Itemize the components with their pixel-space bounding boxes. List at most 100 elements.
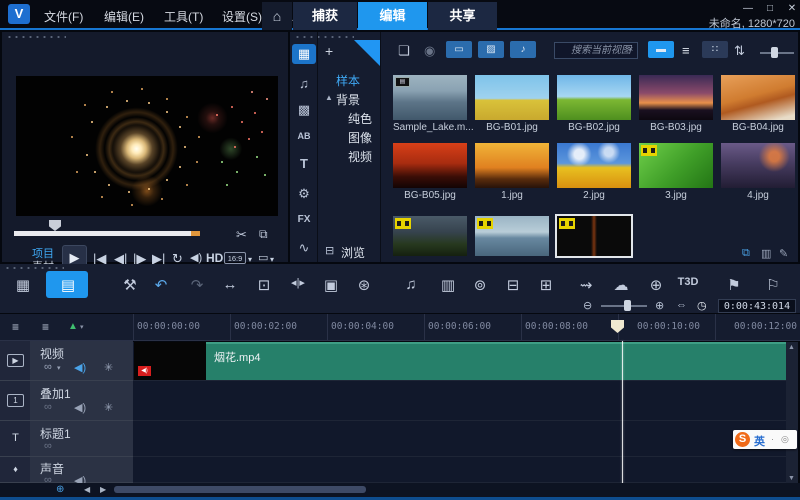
library-item-name[interactable]: Sample_Lake.m... — [393, 122, 467, 133]
volume-icon[interactable]: ◀) — [190, 251, 202, 264]
library-item-thumb[interactable] — [393, 143, 467, 188]
scroll-left-icon[interactable]: ◀ — [84, 485, 90, 494]
minimize-button[interactable]: — — [740, 2, 756, 16]
clear-search-icon[interactable]: × — [628, 44, 633, 54]
home-icon[interactable]: ⌂ — [262, 2, 292, 30]
record-capture-option-button[interactable]: ⊡ — [252, 276, 276, 294]
redo-button[interactable]: ↷ — [185, 276, 209, 294]
library-item-thumb[interactable] — [557, 75, 631, 120]
title-library-icon[interactable]: T — [292, 154, 316, 174]
multicam-editor-button[interactable]: ▥ — [436, 276, 460, 294]
split-clip-icon[interactable]: ✂ — [236, 228, 247, 241]
library-item-thumb[interactable] — [475, 75, 549, 120]
panel-grip[interactable] — [6, 35, 66, 39]
timeline-view-icon[interactable]: ▤ — [56, 276, 80, 294]
trim-window-button[interactable]: ▣ — [319, 276, 343, 294]
timeline-zoom-out-icon[interactable]: ⊖ — [583, 299, 592, 312]
sort-icon[interactable]: ⇅ — [734, 43, 745, 59]
ime-tools-icon[interactable]: ◎ — [781, 434, 789, 445]
library-item-thumb[interactable] — [721, 75, 795, 120]
library-item-name[interactable]: 3.jpg — [639, 190, 713, 201]
category-video[interactable]: 视频 — [348, 148, 372, 165]
motion-path-icon[interactable]: ∿ — [292, 238, 316, 258]
list-view-icon[interactable]: ≡ — [682, 43, 690, 58]
add-track-caret-icon[interactable]: ▾ — [80, 323, 84, 331]
library-item-name[interactable]: BG-B04.jpg — [721, 122, 795, 133]
thumbnail-size-knob[interactable] — [771, 47, 778, 58]
library-search-input[interactable] — [554, 42, 638, 59]
tab-capture[interactable]: 捕获 — [293, 2, 357, 30]
track-list-icon[interactable]: ≡ — [42, 320, 49, 334]
library-item-thumb[interactable] — [639, 75, 713, 120]
library-item-thumb[interactable] — [721, 143, 795, 188]
link-clips-icon[interactable]: ∞ — [44, 361, 52, 373]
resample-button[interactable]: ⊚ — [468, 276, 492, 294]
library-item-thumb[interactable] — [557, 143, 631, 188]
link-caret-icon[interactable]: ▾ — [57, 364, 61, 372]
scroll-up-icon[interactable]: ▲ — [788, 344, 795, 351]
hd-toggle[interactable]: HD — [206, 251, 223, 265]
title-track-header[interactable]: T 标题1 ∞ — [0, 421, 133, 457]
show-photos-toggle[interactable]: ▨ — [478, 41, 504, 58]
library-item-thumb[interactable]: ▤ — [393, 75, 467, 120]
record-capture-icon[interactable]: ◉ — [424, 43, 435, 59]
library-item-thumb-selected[interactable] — [557, 216, 631, 256]
check-flag-alt-button[interactable]: ⚐ — [761, 276, 785, 294]
timeline-zoom-knob[interactable] — [624, 300, 631, 311]
motion-tracking-button[interactable]: ⇝ — [574, 276, 598, 294]
voice-track-lane[interactable] — [133, 457, 786, 483]
library-item-thumb[interactable] — [475, 143, 549, 188]
storyboard-view-button[interactable]: ▦ — [11, 276, 35, 294]
menu-edit[interactable]: 编辑(E) — [104, 8, 144, 25]
add-category-button[interactable]: + — [325, 43, 333, 59]
check-flag-button[interactable]: ⚑ — [722, 276, 746, 294]
library-item-name[interactable]: 1.jpg — [475, 190, 549, 201]
enlarge-preview-icon[interactable]: ▭ — [258, 251, 268, 264]
menu-file[interactable]: 文件(F) — [44, 8, 83, 25]
library-item-thumb[interactable] — [393, 216, 467, 256]
library-item-name[interactable]: BG-B05.jpg — [393, 190, 467, 201]
audio-library-icon[interactable]: ♫ — [292, 74, 316, 94]
timeline-zoom-tool-icon[interactable]: ⊕ — [56, 484, 64, 495]
category-solid-color[interactable]: 纯色 — [348, 110, 372, 127]
show-videos-toggle[interactable]: ▭ — [446, 41, 472, 58]
library-item-name[interactable]: BG-B03.jpg — [639, 122, 713, 133]
video-track-header[interactable]: ▶ 视频 ∞ ▾ ◀) ✳ — [0, 341, 133, 381]
aspect-ratio-select[interactable]: 16:9 — [224, 252, 246, 264]
library-item-name[interactable]: BG-B02.jpg — [557, 122, 631, 133]
ime-badge[interactable]: S 英 · ◎ — [733, 430, 797, 449]
aspect-caret-icon[interactable]: ▾ — [248, 255, 252, 264]
library-item-thumb[interactable] — [639, 143, 713, 188]
title-track-lane[interactable] — [133, 421, 786, 457]
split-screen-template-button[interactable]: ⊞ — [534, 276, 558, 294]
ime-language-label[interactable]: 英 — [754, 433, 765, 449]
snapshot-icon[interactable]: ⧉ — [259, 228, 268, 240]
undo-button[interactable]: ↶ — [149, 276, 173, 294]
mask-creator-button[interactable]: ☁ — [609, 276, 633, 294]
link-clips-icon[interactable]: ∞ — [44, 401, 52, 413]
subtitle-editor-button[interactable]: ⊟ — [501, 276, 525, 294]
scroll-right-icon[interactable]: ▶ — [100, 485, 106, 494]
fit-ruler-button[interactable]: ↔ — [218, 276, 242, 293]
scroll-down-icon[interactable]: ▼ — [788, 475, 795, 482]
sync-folder-icon[interactable]: ⧉ — [742, 247, 750, 260]
color-grading-button[interactable]: ⊛ — [352, 276, 376, 294]
media-library-icon[interactable]: ▦ — [292, 44, 316, 64]
clip-start-thumbnail[interactable]: ◀) — [134, 342, 206, 380]
add-track-icon[interactable]: ▲ — [68, 321, 78, 332]
fit-timeline-icon[interactable]: ⇔ — [676, 299, 687, 311]
category-sample[interactable]: 样本 — [336, 72, 360, 89]
library-item-name[interactable]: 4.jpg — [721, 190, 795, 201]
pan-zoom-button[interactable]: ⊕ — [644, 276, 668, 294]
voice-track-header[interactable]: ♦ 声音 ∞ ◀) — [0, 457, 133, 483]
scrubber-marker[interactable] — [49, 220, 61, 231]
graphics-library-icon[interactable]: ⚙ — [292, 184, 316, 204]
timeline-playhead[interactable] — [622, 341, 623, 497]
timeline-clip[interactable]: 烟花.mp4 — [206, 342, 786, 380]
ripple-edit-icon[interactable]: ✳ — [104, 361, 113, 374]
edit-library-icon[interactable]: ✎ — [779, 247, 788, 260]
grid-view-icon[interactable]: ∷ — [702, 41, 728, 58]
library-item-thumb[interactable] — [475, 216, 549, 256]
project-duration-icon[interactable]: ◷ — [697, 299, 707, 312]
panel-view-toggle[interactable]: ▬ — [648, 41, 674, 58]
